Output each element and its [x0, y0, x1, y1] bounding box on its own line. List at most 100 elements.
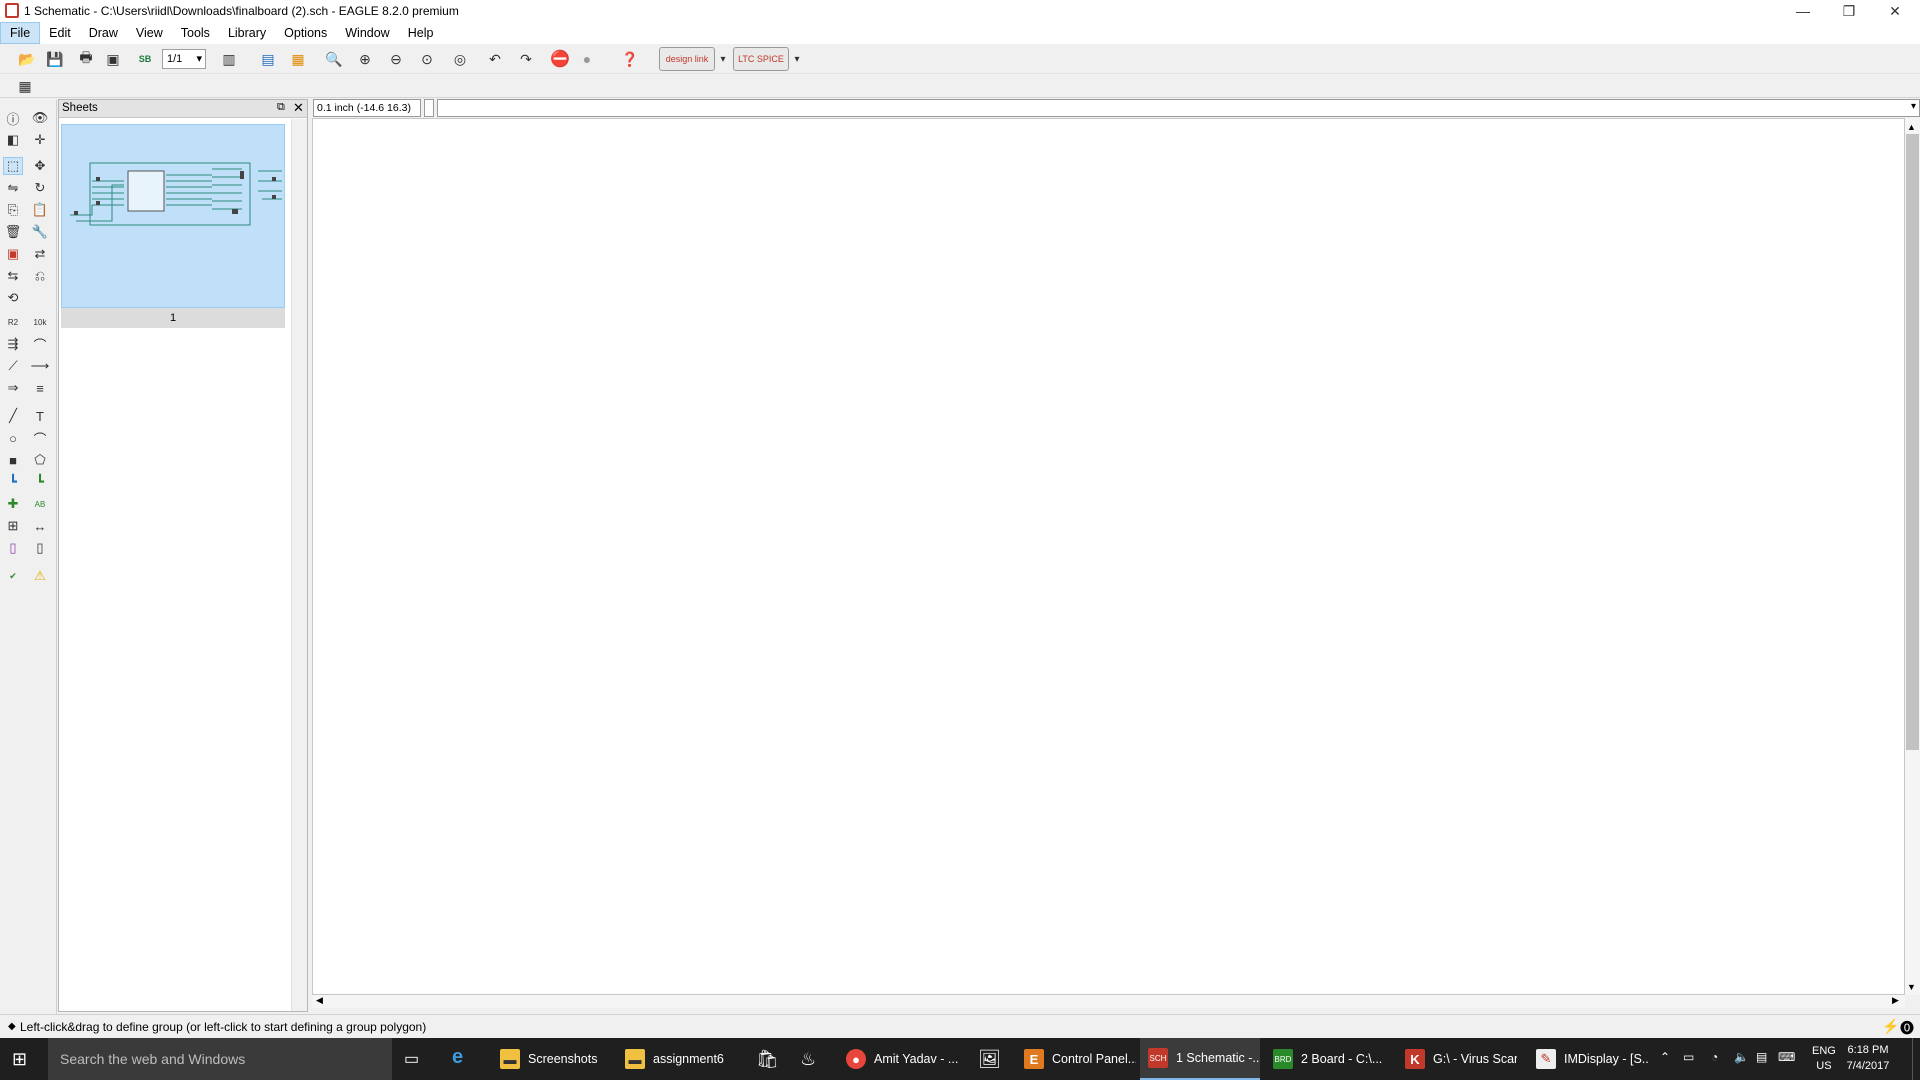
name-icon[interactable]: R2 [3, 313, 23, 331]
taskbar-item-virus-scan[interactable]: K G:\ - Virus Scan [1397, 1038, 1517, 1080]
split-icon[interactable]: ⟋ [3, 357, 23, 375]
notifications-icon[interactable]: ▤ [1756, 1050, 1767, 1064]
line-icon[interactable]: ╱ [3, 407, 23, 425]
windows-start-icon[interactable]: ⊞ [12, 1049, 27, 1070]
taskbar-item-chrome[interactable]: ● Amit Yadav - ... [838, 1038, 958, 1080]
close-panel-icon[interactable]: ✕ [293, 100, 304, 116]
polygon-icon[interactable]: ⬠ [30, 451, 50, 469]
circle-icon[interactable]: ○ [3, 429, 23, 447]
scroll-right-icon[interactable]: ▶ [1892, 995, 1899, 1006]
taskbar-item-schematic[interactable]: SCH 1 Schematic -... [1140, 1038, 1260, 1080]
grid-icon[interactable]: ▦ [14, 75, 36, 97]
bolt-icon[interactable]: ⚡ [1882, 1018, 1899, 1035]
zoom-fit-icon[interactable]: 🔍 [323, 48, 345, 70]
save-icon[interactable]: 💾 [44, 48, 66, 70]
bus-icon[interactable]: ┗ [3, 473, 23, 491]
label-icon[interactable]: AB [30, 495, 50, 513]
menu-file[interactable]: File [0, 22, 41, 44]
mirror-icon[interactable]: ⇋ [3, 179, 23, 197]
value-icon[interactable]: 10k [30, 313, 50, 331]
script-icon[interactable]: ▤ [257, 48, 279, 70]
arc-icon[interactable]: ⌒ [30, 429, 50, 447]
module-icon[interactable]: ▯ [30, 539, 50, 557]
menu-help[interactable]: Help [399, 22, 443, 44]
dimension-icon[interactable]: ⊞ [3, 517, 23, 535]
layer-toggle[interactable] [424, 99, 434, 117]
canvas-horizontal-scrollbar[interactable]: ◀ ▶ [312, 995, 1905, 1008]
attribute-icon[interactable]: ≡ [30, 379, 50, 397]
task-view-icon[interactable]: ▭ [404, 1049, 419, 1069]
volume-icon[interactable]: 🔈 [1734, 1050, 1749, 1064]
stop-icon[interactable]: ⛔ [549, 48, 571, 70]
sch-brd-switch-icon[interactable]: SB [134, 48, 156, 70]
text-icon[interactable]: T [30, 407, 50, 425]
sheet-select[interactable]: 1/1 ▾ [162, 49, 206, 69]
delete-icon[interactable]: 🗑 [3, 223, 23, 241]
warning-icon[interactable]: ⚠ [30, 567, 50, 585]
mark-icon[interactable]: ✛ [30, 131, 50, 149]
print-icon[interactable]: 🖶 [75, 48, 97, 70]
show-desktop-button[interactable] [1912, 1038, 1920, 1080]
zoom-out-icon[interactable]: ⊖ [385, 48, 407, 70]
scroll-down-icon[interactable]: ▼ [1907, 982, 1916, 992]
cam-icon[interactable]: ▣ [102, 48, 124, 70]
rectangle-icon[interactable]: ■ [3, 451, 23, 469]
taskbar-item-control-panel[interactable]: E Control Panel... [1016, 1038, 1136, 1080]
rotate-icon[interactable]: ↻ [30, 179, 50, 197]
swap-icon[interactable]: ⇆ [3, 267, 23, 285]
menu-options[interactable]: Options [275, 22, 336, 44]
pinswap-icon[interactable]: ⇒ [3, 379, 23, 397]
junction-icon[interactable]: ✚ [3, 495, 23, 513]
group-icon[interactable]: ⬚ [3, 157, 23, 175]
chevron-down-icon[interactable]: ▾ [1911, 101, 1916, 112]
taskbar-item-board[interactable]: BRD 2 Board - C:\... [1265, 1038, 1385, 1080]
menu-library[interactable]: Library [219, 22, 275, 44]
menu-edit[interactable]: Edit [40, 22, 80, 44]
taskbar-item-screenshots[interactable]: ▬ Screenshots [492, 1038, 612, 1080]
add-part-icon[interactable]: ▣ [3, 245, 23, 263]
zoom-in-icon[interactable]: ⊕ [354, 48, 376, 70]
sheets-scrollbar[interactable] [291, 119, 307, 1011]
minimize-button[interactable]: — [1780, 0, 1826, 22]
library-icon[interactable]: ▥ [218, 48, 240, 70]
stop-status-icon[interactable]: ⓿ [1900, 1018, 1914, 1038]
zoom-select-icon[interactable]: ⊙ [416, 48, 438, 70]
copy-icon[interactable]: ⎘ [3, 201, 23, 219]
scroll-up-icon[interactable]: ▲ [1907, 122, 1916, 132]
move-icon[interactable]: ✥ [30, 157, 50, 175]
help-icon[interactable]: ❓ [619, 48, 641, 70]
show-icon[interactable]: 👁 [30, 109, 50, 127]
taskbar-item-assignment6[interactable]: ▬ assignment6 [617, 1038, 737, 1080]
optimize-icon[interactable]: ⟶ [30, 357, 50, 375]
schematic-canvas[interactable] [312, 118, 1905, 995]
invoke-icon[interactable]: ⎌ [30, 267, 50, 285]
system-clock[interactable]: 6:18 PM 7/4/2017 [1838, 1042, 1898, 1074]
go-icon[interactable]: ● [576, 48, 598, 70]
info-icon[interactable]: ⓘ [3, 109, 23, 127]
undo-icon[interactable]: ↶ [484, 48, 506, 70]
store-icon[interactable]: 🛍 [756, 1049, 779, 1070]
miter-icon[interactable]: ⌒ [30, 335, 50, 353]
scroll-left-icon[interactable]: ◀ [316, 995, 323, 1006]
menu-view[interactable]: View [127, 22, 172, 44]
wifi-icon[interactable]: ◔ [1711, 1050, 1718, 1064]
language-indicator[interactable]: ENG US [1812, 1044, 1836, 1074]
ltspice-button[interactable]: LTC SPICE [733, 47, 789, 71]
command-line-input[interactable]: ▾ [437, 99, 1920, 117]
taskbar-search-input[interactable]: Search the web and Windows [48, 1038, 392, 1080]
measure-icon[interactable]: ↔ [30, 517, 50, 535]
edge-browser-icon[interactable]: e [452, 1046, 463, 1069]
battery-icon[interactable]: ▭ [1683, 1050, 1694, 1064]
close-button[interactable]: ✕ [1872, 0, 1918, 22]
sheet-thumbnail[interactable] [61, 124, 285, 308]
smash-icon[interactable]: ⇶ [3, 335, 23, 353]
gateswap-icon[interactable]: ⟲ [3, 289, 23, 307]
menu-tools[interactable]: Tools [172, 22, 219, 44]
open-icon[interactable]: 📂 [16, 48, 38, 70]
scroll-thumb[interactable] [1906, 134, 1919, 750]
erc-icon[interactable]: ✔ [3, 567, 23, 585]
paste-icon[interactable]: 📋 [30, 201, 50, 219]
float-panel-icon[interactable]: ⧉ [277, 101, 285, 114]
restore-button[interactable]: ❐ [1826, 0, 1872, 22]
menu-window[interactable]: Window [336, 22, 398, 44]
